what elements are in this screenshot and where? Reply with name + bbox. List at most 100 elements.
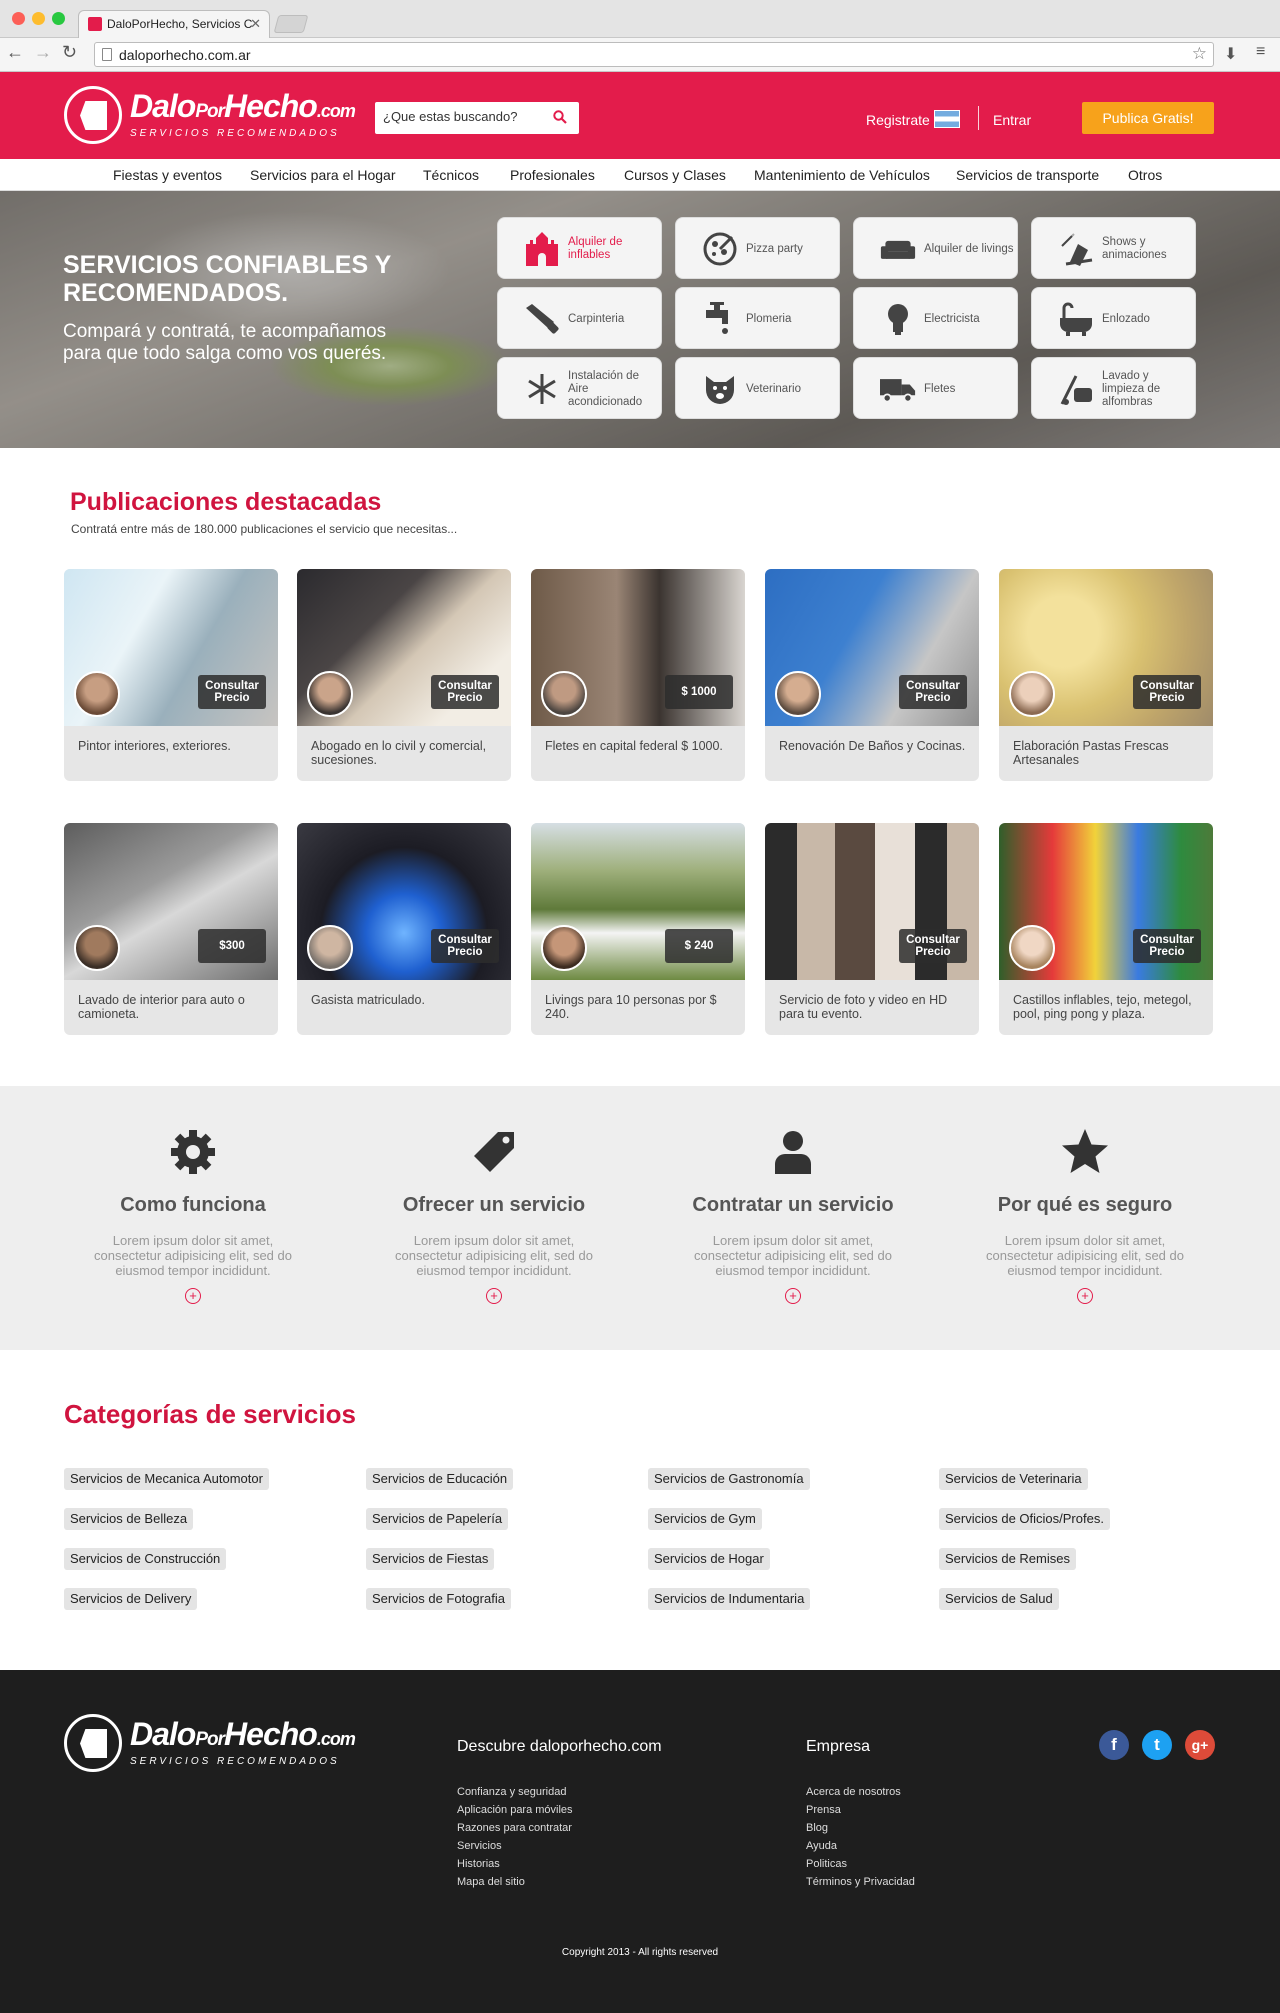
footer-link[interactable]: Historias <box>457 1858 500 1870</box>
service-tile-enlozado[interactable]: Enlozado <box>1031 287 1196 349</box>
publication-card[interactable]: $ 1000 Fletes en capital federal $ 1000. <box>531 569 745 781</box>
service-tile-pizza[interactable]: Pizza party <box>675 217 840 279</box>
publication-card[interactable]: Consultar Precio Gasista matriculado. <box>297 823 511 1035</box>
publication-card[interactable]: Consultar Precio Castillos inflables, te… <box>999 823 1213 1035</box>
publish-free-button[interactable]: Publica Gratis! <box>1082 102 1214 134</box>
footer-link[interactable]: Términos y Privacidad <box>806 1876 915 1888</box>
nav-item-vehiculos[interactable]: Mantenimiento de Vehículos <box>754 167 930 183</box>
footer-logo[interactable]: DaloPorHecho.com SERVICIOS RECOMENDADOS <box>64 1712 356 1774</box>
maximize-window-button[interactable] <box>52 12 65 25</box>
footer-link[interactable]: Mapa del sitio <box>457 1876 525 1888</box>
tag-icon <box>474 1132 514 1172</box>
info-item-como-funciona: Como funciona Lorem ipsum dolor sit amet… <box>68 1126 318 1305</box>
footer-link[interactable]: Ayuda <box>806 1840 837 1852</box>
category-tag[interactable]: Servicios de Fotografia <box>366 1588 511 1610</box>
category-tag[interactable]: Servicios de Veterinaria <box>939 1468 1088 1490</box>
service-tile-fletes[interactable]: Fletes <box>853 357 1018 419</box>
login-link[interactable]: Entrar <box>993 112 1031 128</box>
info-text: Lorem ipsum dolor sit amet, consectetur … <box>93 1233 292 1278</box>
card-description: Lavado de interior para auto o camioneta… <box>78 993 245 1021</box>
register-link[interactable]: Registrate <box>866 112 930 128</box>
search-input[interactable] <box>383 109 543 124</box>
category-tag[interactable]: Servicios de Hogar <box>648 1548 770 1570</box>
footer-link[interactable]: Blog <box>806 1822 828 1834</box>
google-plus-icon[interactable]: g+ <box>1185 1730 1215 1760</box>
card-description: Livings para 10 personas por $ 240. <box>545 993 717 1021</box>
service-tile-plomeria[interactable]: Plomeria <box>675 287 840 349</box>
nav-item-cursos[interactable]: Cursos y Clases <box>624 167 726 183</box>
minimize-window-button[interactable] <box>32 12 45 25</box>
category-tag[interactable]: Servicios de Papelería <box>366 1508 509 1530</box>
footer-link[interactable]: Aplicación para móviles <box>457 1804 573 1816</box>
plus-icon[interactable]: + <box>1077 1288 1093 1304</box>
category-tag[interactable]: Servicios de Belleza <box>64 1508 194 1530</box>
service-tile-aire[interactable]: Instalación de Aire acondicionado <box>497 357 662 419</box>
category-tag[interactable]: Servicios de Fiestas <box>366 1548 495 1570</box>
category-tag[interactable]: Servicios de Gym <box>648 1508 762 1530</box>
new-tab-button[interactable] <box>273 15 309 33</box>
category-nav: Fiestas y eventos Servicios para el Hoga… <box>0 159 1280 191</box>
avatar <box>1009 925 1055 971</box>
nav-item-otros[interactable]: Otros <box>1128 167 1162 183</box>
nav-item-profesionales[interactable]: Profesionales <box>510 167 595 183</box>
publication-card[interactable]: Consultar Precio Servicio de foto y vide… <box>765 823 979 1035</box>
site-logo[interactable]: DaloPorHecho.com SERVICIOS RECOMENDADOS <box>64 84 356 146</box>
menu-icon[interactable]: ≡ <box>1256 43 1265 61</box>
close-window-button[interactable] <box>12 12 25 25</box>
service-tile-livings[interactable]: Alquiler de livings <box>853 217 1018 279</box>
footer-link[interactable]: Servicios <box>457 1840 502 1852</box>
service-tile-shows[interactable]: Shows y animaciones <box>1031 217 1196 279</box>
publication-card[interactable]: Consultar Precio Pintor interiores, exte… <box>64 569 278 781</box>
nav-item-transporte[interactable]: Servicios de transporte <box>956 167 1099 183</box>
bookmark-star-icon[interactable]: ☆ <box>1192 44 1207 64</box>
forward-icon[interactable]: → <box>34 42 52 63</box>
facebook-icon[interactable]: f <box>1099 1730 1129 1760</box>
category-tag[interactable]: Servicios de Remises <box>939 1548 1076 1570</box>
footer-link[interactable]: Acerca de nosotros <box>806 1786 901 1798</box>
plus-icon[interactable]: + <box>185 1288 201 1304</box>
footer-link[interactable]: Prensa <box>806 1804 841 1816</box>
service-tile-electricista[interactable]: Electricista <box>853 287 1018 349</box>
category-tag[interactable]: Servicios de Gastronomía <box>648 1468 810 1490</box>
service-tile-inflables[interactable]: Alquiler de inflables <box>497 217 662 279</box>
service-tile-veterinario[interactable]: Veterinario <box>675 357 840 419</box>
user-icon <box>775 1131 811 1174</box>
publication-card[interactable]: Consultar Precio Abogado en lo civil y c… <box>297 569 511 781</box>
footer-company-title: Empresa <box>806 1738 871 1755</box>
address-bar[interactable]: daloporhecho.com.ar ☆ <box>94 42 1214 67</box>
category-tag[interactable]: Servicios de Indumentaria <box>648 1588 811 1610</box>
service-tile-label: Alquiler de inflables <box>568 236 623 261</box>
category-tag[interactable]: Servicios de Delivery <box>64 1588 198 1610</box>
category-tag[interactable]: Servicios de Oficios/Profes. <box>939 1508 1110 1530</box>
browser-tab[interactable]: DaloPorHecho, Servicios C ✕ <box>78 10 270 38</box>
service-tile-label: Carpinteria <box>568 312 625 325</box>
category-tag[interactable]: Servicios de Construcción <box>64 1548 227 1570</box>
publication-card[interactable]: Consultar Precio Elaboración Pastas Fres… <box>999 569 1213 781</box>
service-tile-carpinteria[interactable]: Carpinteria <box>497 287 662 349</box>
category-tag[interactable]: Servicios de Educación <box>366 1468 514 1490</box>
category-tag[interactable]: Servicios de Salud <box>939 1588 1059 1610</box>
search-icon[interactable] <box>553 110 567 124</box>
plus-icon[interactable]: + <box>486 1288 502 1304</box>
category-tag[interactable]: Servicios de Mecanica Automotor <box>64 1468 269 1490</box>
nav-item-hogar[interactable]: Servicios para el Hogar <box>250 167 396 183</box>
publication-card[interactable]: $ 240 Livings para 10 personas por $ 240… <box>531 823 745 1035</box>
publication-card[interactable]: $300 Lavado de interior para auto o cami… <box>64 823 278 1035</box>
tab-close-icon[interactable]: ✕ <box>250 16 261 32</box>
argentina-flag-icon[interactable] <box>934 110 960 128</box>
twitter-icon[interactable]: t <box>1142 1730 1172 1760</box>
footer-link[interactable]: Politicas <box>806 1858 847 1870</box>
castle-icon <box>526 232 558 266</box>
footer-discover-title: Descubre daloporhecho.com <box>457 1738 662 1755</box>
footer-link[interactable]: Razones para contratar <box>457 1822 572 1834</box>
reload-icon[interactable]: ↻ <box>62 42 77 63</box>
nav-item-tecnicos[interactable]: Técnicos <box>423 167 479 183</box>
back-icon[interactable]: ← <box>6 42 24 63</box>
nav-item-fiestas[interactable]: Fiestas y eventos <box>113 167 222 183</box>
service-tile-alfombras[interactable]: Lavado y limpieza de alfombras <box>1031 357 1196 419</box>
extension-icon[interactable]: ⬇ <box>1224 44 1237 64</box>
footer-link[interactable]: Confianza y seguridad <box>457 1786 566 1798</box>
url-text: daloporhecho.com.ar <box>119 47 251 63</box>
publication-card[interactable]: Consultar Precio Renovación De Baños y C… <box>765 569 979 781</box>
plus-icon[interactable]: + <box>785 1288 801 1304</box>
